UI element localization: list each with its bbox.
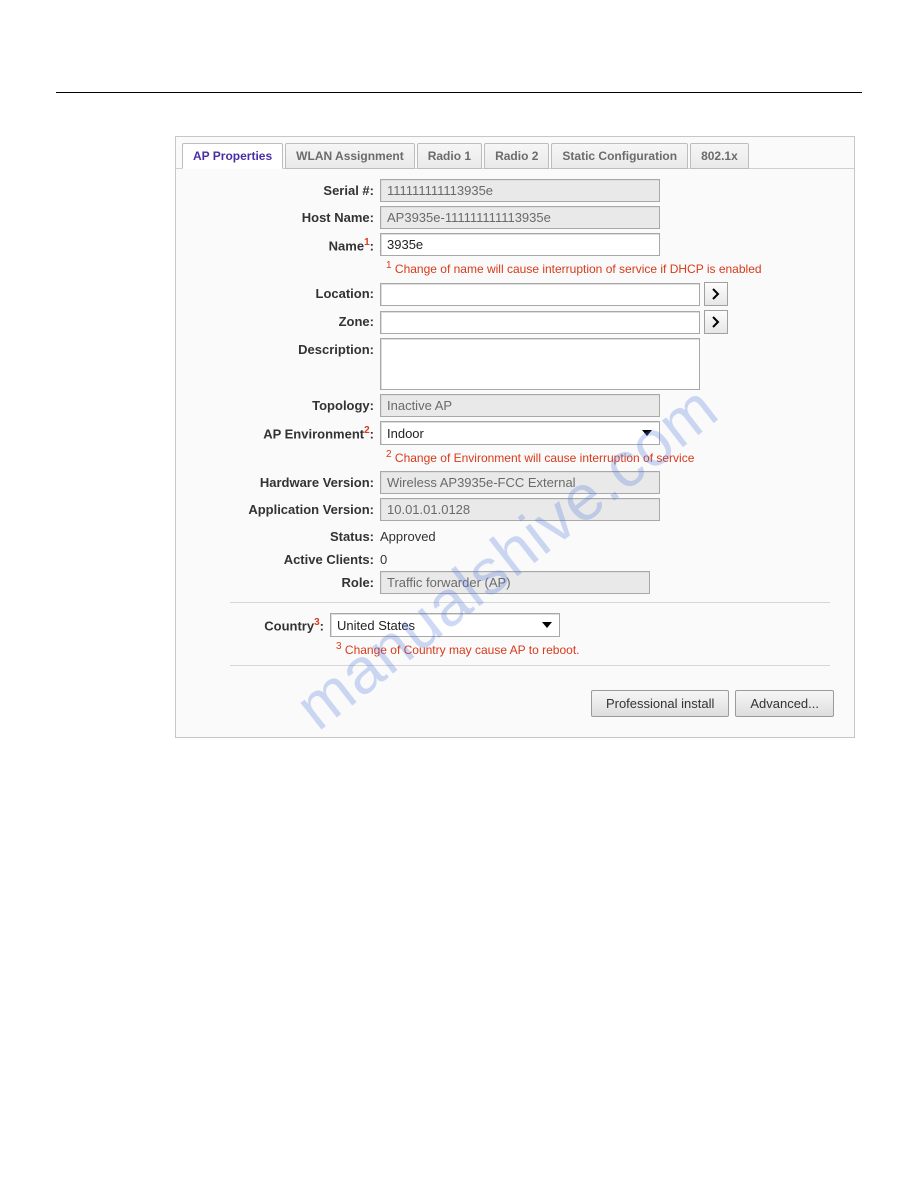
label-hw-version: Hardware Version: <box>190 471 380 490</box>
label-description: Description: <box>190 338 380 357</box>
label-env-sup: 2 <box>364 425 370 436</box>
button-row: Professional install Advanced... <box>190 676 840 721</box>
row-description: Description: <box>190 338 840 390</box>
tab-wlan-assignment[interactable]: WLAN Assignment <box>285 143 415 169</box>
row-zone: Zone: <box>190 310 840 334</box>
label-role: Role: <box>190 571 380 590</box>
tab-radio-1[interactable]: Radio 1 <box>417 143 482 169</box>
tab-radio-2[interactable]: Radio 2 <box>484 143 549 169</box>
label-active-clients: Active Clients: <box>190 548 380 567</box>
ap-properties-panel: AP Properties WLAN Assignment Radio 1 Ra… <box>175 136 855 738</box>
serial-field <box>380 179 660 202</box>
description-field[interactable] <box>380 338 700 390</box>
footnote-country-text: Change of Country may cause AP to reboot… <box>345 643 580 657</box>
footnote-env-sup: 2 <box>386 449 392 460</box>
page-top-rule <box>56 92 862 93</box>
footnote-env-text: Change of Environment will cause interru… <box>395 451 694 465</box>
country-select[interactable]: United States <box>330 613 560 637</box>
environment-select[interactable]: Indoor <box>380 421 660 445</box>
chevron-right-icon <box>712 288 720 300</box>
environment-select-wrap: Indoor <box>380 421 660 445</box>
host-name-field <box>380 206 660 229</box>
footnote-name-sup: 1 <box>386 260 392 271</box>
label-env-text: AP Environment <box>263 426 364 441</box>
tab-bar: AP Properties WLAN Assignment Radio 1 Ra… <box>176 137 854 169</box>
professional-install-button[interactable]: Professional install <box>591 690 729 717</box>
label-name-text: Name <box>329 238 364 253</box>
active-clients-value: 0 <box>380 548 840 567</box>
label-zone: Zone: <box>190 310 380 329</box>
hw-version-field <box>380 471 660 494</box>
label-host-name: Host Name: <box>190 206 380 225</box>
label-country: Country3: <box>190 613 330 633</box>
section-separator <box>230 602 830 603</box>
section-separator-2 <box>230 665 830 666</box>
app-version-field <box>380 498 660 521</box>
row-topology: Topology: <box>190 394 840 417</box>
row-role: Role: <box>190 571 840 594</box>
label-name: Name1: <box>190 233 380 253</box>
row-location: Location: <box>190 282 840 306</box>
label-name-sup: 1 <box>364 237 370 248</box>
role-field <box>380 571 650 594</box>
row-serial: Serial #: <box>190 179 840 202</box>
status-value: Approved <box>380 525 840 544</box>
footnote-country-sup: 3 <box>336 641 342 652</box>
advanced-button[interactable]: Advanced... <box>735 690 834 717</box>
row-active-clients: Active Clients: 0 <box>190 548 840 567</box>
row-country: Country3: United States <box>190 613 840 637</box>
label-topology: Topology: <box>190 394 380 413</box>
zone-picker-button[interactable] <box>704 310 728 334</box>
label-serial: Serial #: <box>190 179 380 198</box>
label-country-sup: 3 <box>314 617 320 628</box>
row-name: Name1: <box>190 233 840 256</box>
form-area: Serial #: Host Name: Name1: 1 Change of … <box>176 168 854 737</box>
footnote-name: 1 Change of name will cause interruption… <box>386 260 840 276</box>
footnote-country: 3 Change of Country may cause AP to rebo… <box>336 641 840 657</box>
row-status: Status: Approved <box>190 525 840 544</box>
label-location: Location: <box>190 282 380 301</box>
footnote-name-text: Change of name will cause interruption o… <box>395 262 762 276</box>
row-host-name: Host Name: <box>190 206 840 229</box>
label-country-text: Country <box>264 618 314 633</box>
location-picker-button[interactable] <box>704 282 728 306</box>
tab-802-1x[interactable]: 802.1x <box>690 143 749 169</box>
topology-field <box>380 394 660 417</box>
row-environment: AP Environment2: Indoor <box>190 421 840 445</box>
row-hw-version: Hardware Version: <box>190 471 840 494</box>
zone-field[interactable] <box>380 311 700 334</box>
tab-ap-properties[interactable]: AP Properties <box>182 143 283 169</box>
row-app-version: Application Version: <box>190 498 840 521</box>
label-status: Status: <box>190 525 380 544</box>
country-select-wrap: United States <box>330 613 560 637</box>
footnote-environment: 2 Change of Environment will cause inter… <box>386 449 840 465</box>
location-field[interactable] <box>380 283 700 306</box>
name-field[interactable] <box>380 233 660 256</box>
tab-static-configuration[interactable]: Static Configuration <box>551 143 688 169</box>
label-app-version: Application Version: <box>190 498 380 517</box>
chevron-right-icon <box>712 316 720 328</box>
label-environment: AP Environment2: <box>190 421 380 441</box>
